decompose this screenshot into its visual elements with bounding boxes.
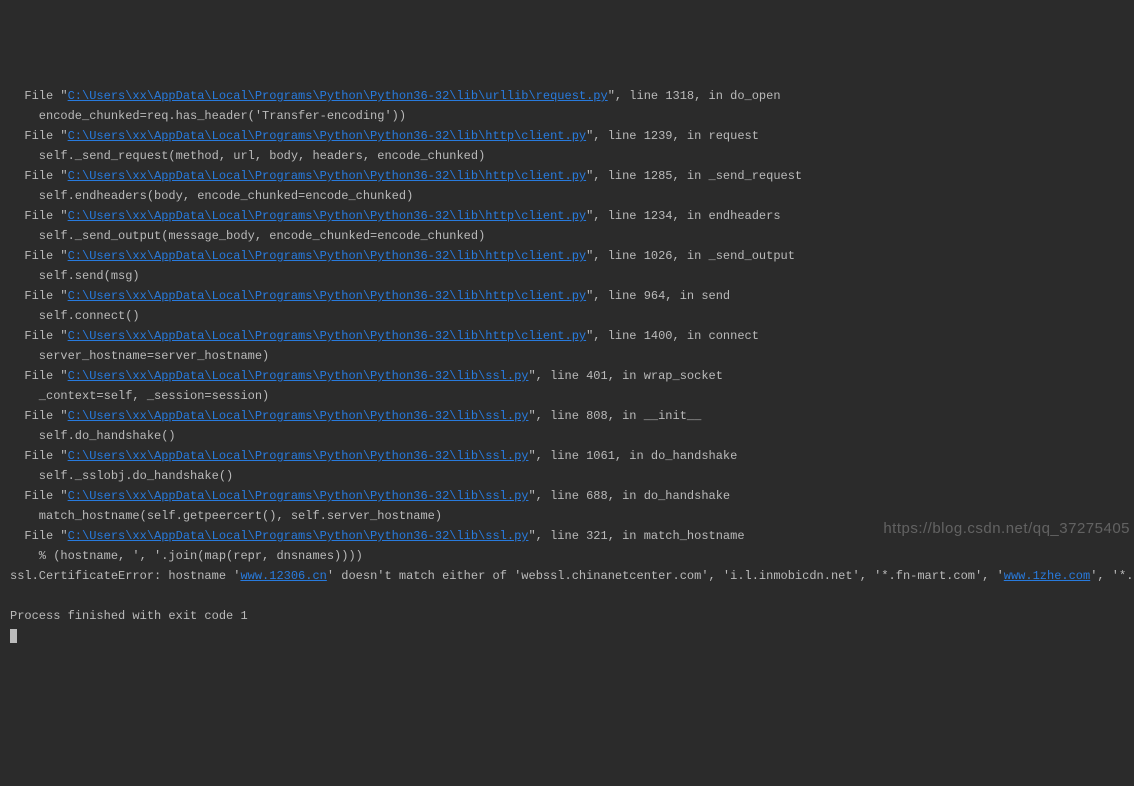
file-path-link[interactable]: C:\Users\xx\AppData\Local\Programs\Pytho…	[68, 289, 586, 303]
file-path-link[interactable]: C:\Users\xx\AppData\Local\Programs\Pytho…	[68, 129, 586, 143]
blank-line	[10, 586, 1124, 606]
error-line: ssl.CertificateError: hostname 'www.1230…	[10, 566, 1124, 586]
traceback-code-line: self._sslobj.do_handshake()	[10, 466, 1124, 486]
traceback-file-line: File "C:\Users\xx\AppData\Local\Programs…	[10, 126, 1124, 146]
file-path-link[interactable]: C:\Users\xx\AppData\Local\Programs\Pytho…	[68, 209, 586, 223]
file-path-link[interactable]: C:\Users\xx\AppData\Local\Programs\Pytho…	[68, 89, 608, 103]
traceback-code-line: _context=self, _session=session)	[10, 386, 1124, 406]
traceback-code-line: self.send(msg)	[10, 266, 1124, 286]
traceback-code-line: server_hostname=server_hostname)	[10, 346, 1124, 366]
traceback-file-line: File "C:\Users\xx\AppData\Local\Programs…	[10, 166, 1124, 186]
file-path-link[interactable]: C:\Users\xx\AppData\Local\Programs\Pytho…	[68, 369, 529, 383]
traceback-code-line: self._send_request(method, url, body, he…	[10, 146, 1124, 166]
traceback-file-line: File "C:\Users\xx\AppData\Local\Programs…	[10, 446, 1124, 466]
traceback-file-line: File "C:\Users\xx\AppData\Local\Programs…	[10, 86, 1124, 106]
file-path-link[interactable]: C:\Users\xx\AppData\Local\Programs\Pytho…	[68, 449, 529, 463]
traceback-file-line: File "C:\Users\xx\AppData\Local\Programs…	[10, 246, 1124, 266]
file-path-link[interactable]: C:\Users\xx\AppData\Local\Programs\Pytho…	[68, 409, 529, 423]
file-path-link[interactable]: C:\Users\xx\AppData\Local\Programs\Pytho…	[68, 329, 586, 343]
console-output: File "C:\Users\xx\AppData\Local\Programs…	[10, 86, 1124, 646]
traceback-code-line: self.connect()	[10, 306, 1124, 326]
traceback-code-line: self._send_output(message_body, encode_c…	[10, 226, 1124, 246]
file-path-link[interactable]: C:\Users\xx\AppData\Local\Programs\Pytho…	[68, 169, 586, 183]
traceback-code-line: self.do_handshake()	[10, 426, 1124, 446]
traceback-file-line: File "C:\Users\xx\AppData\Local\Programs…	[10, 286, 1124, 306]
traceback-code-line: % (hostname, ', '.join(map(repr, dnsname…	[10, 546, 1124, 566]
file-path-link[interactable]: C:\Users\xx\AppData\Local\Programs\Pytho…	[68, 489, 529, 503]
traceback-file-line: File "C:\Users\xx\AppData\Local\Programs…	[10, 486, 1124, 506]
prompt-line	[10, 626, 1124, 646]
watermark-text: https://blog.csdn.net/qq_37275405	[883, 519, 1130, 539]
traceback-file-line: File "C:\Users\xx\AppData\Local\Programs…	[10, 326, 1124, 346]
traceback-code-line: self.endheaders(body, encode_chunked=enc…	[10, 186, 1124, 206]
traceback-file-line: File "C:\Users\xx\AppData\Local\Programs…	[10, 406, 1124, 426]
exit-line: Process finished with exit code 1	[10, 606, 1124, 626]
file-path-link[interactable]: C:\Users\xx\AppData\Local\Programs\Pytho…	[68, 529, 529, 543]
hostname-link[interactable]: www.12306.cn	[240, 569, 326, 583]
traceback-file-line: File "C:\Users\xx\AppData\Local\Programs…	[10, 366, 1124, 386]
traceback-code-line: encode_chunked=req.has_header('Transfer-…	[10, 106, 1124, 126]
cursor-icon	[10, 629, 17, 643]
file-path-link[interactable]: C:\Users\xx\AppData\Local\Programs\Pytho…	[68, 249, 586, 263]
hostname-link[interactable]: www.1zhe.com	[1004, 569, 1090, 583]
traceback-file-line: File "C:\Users\xx\AppData\Local\Programs…	[10, 206, 1124, 226]
